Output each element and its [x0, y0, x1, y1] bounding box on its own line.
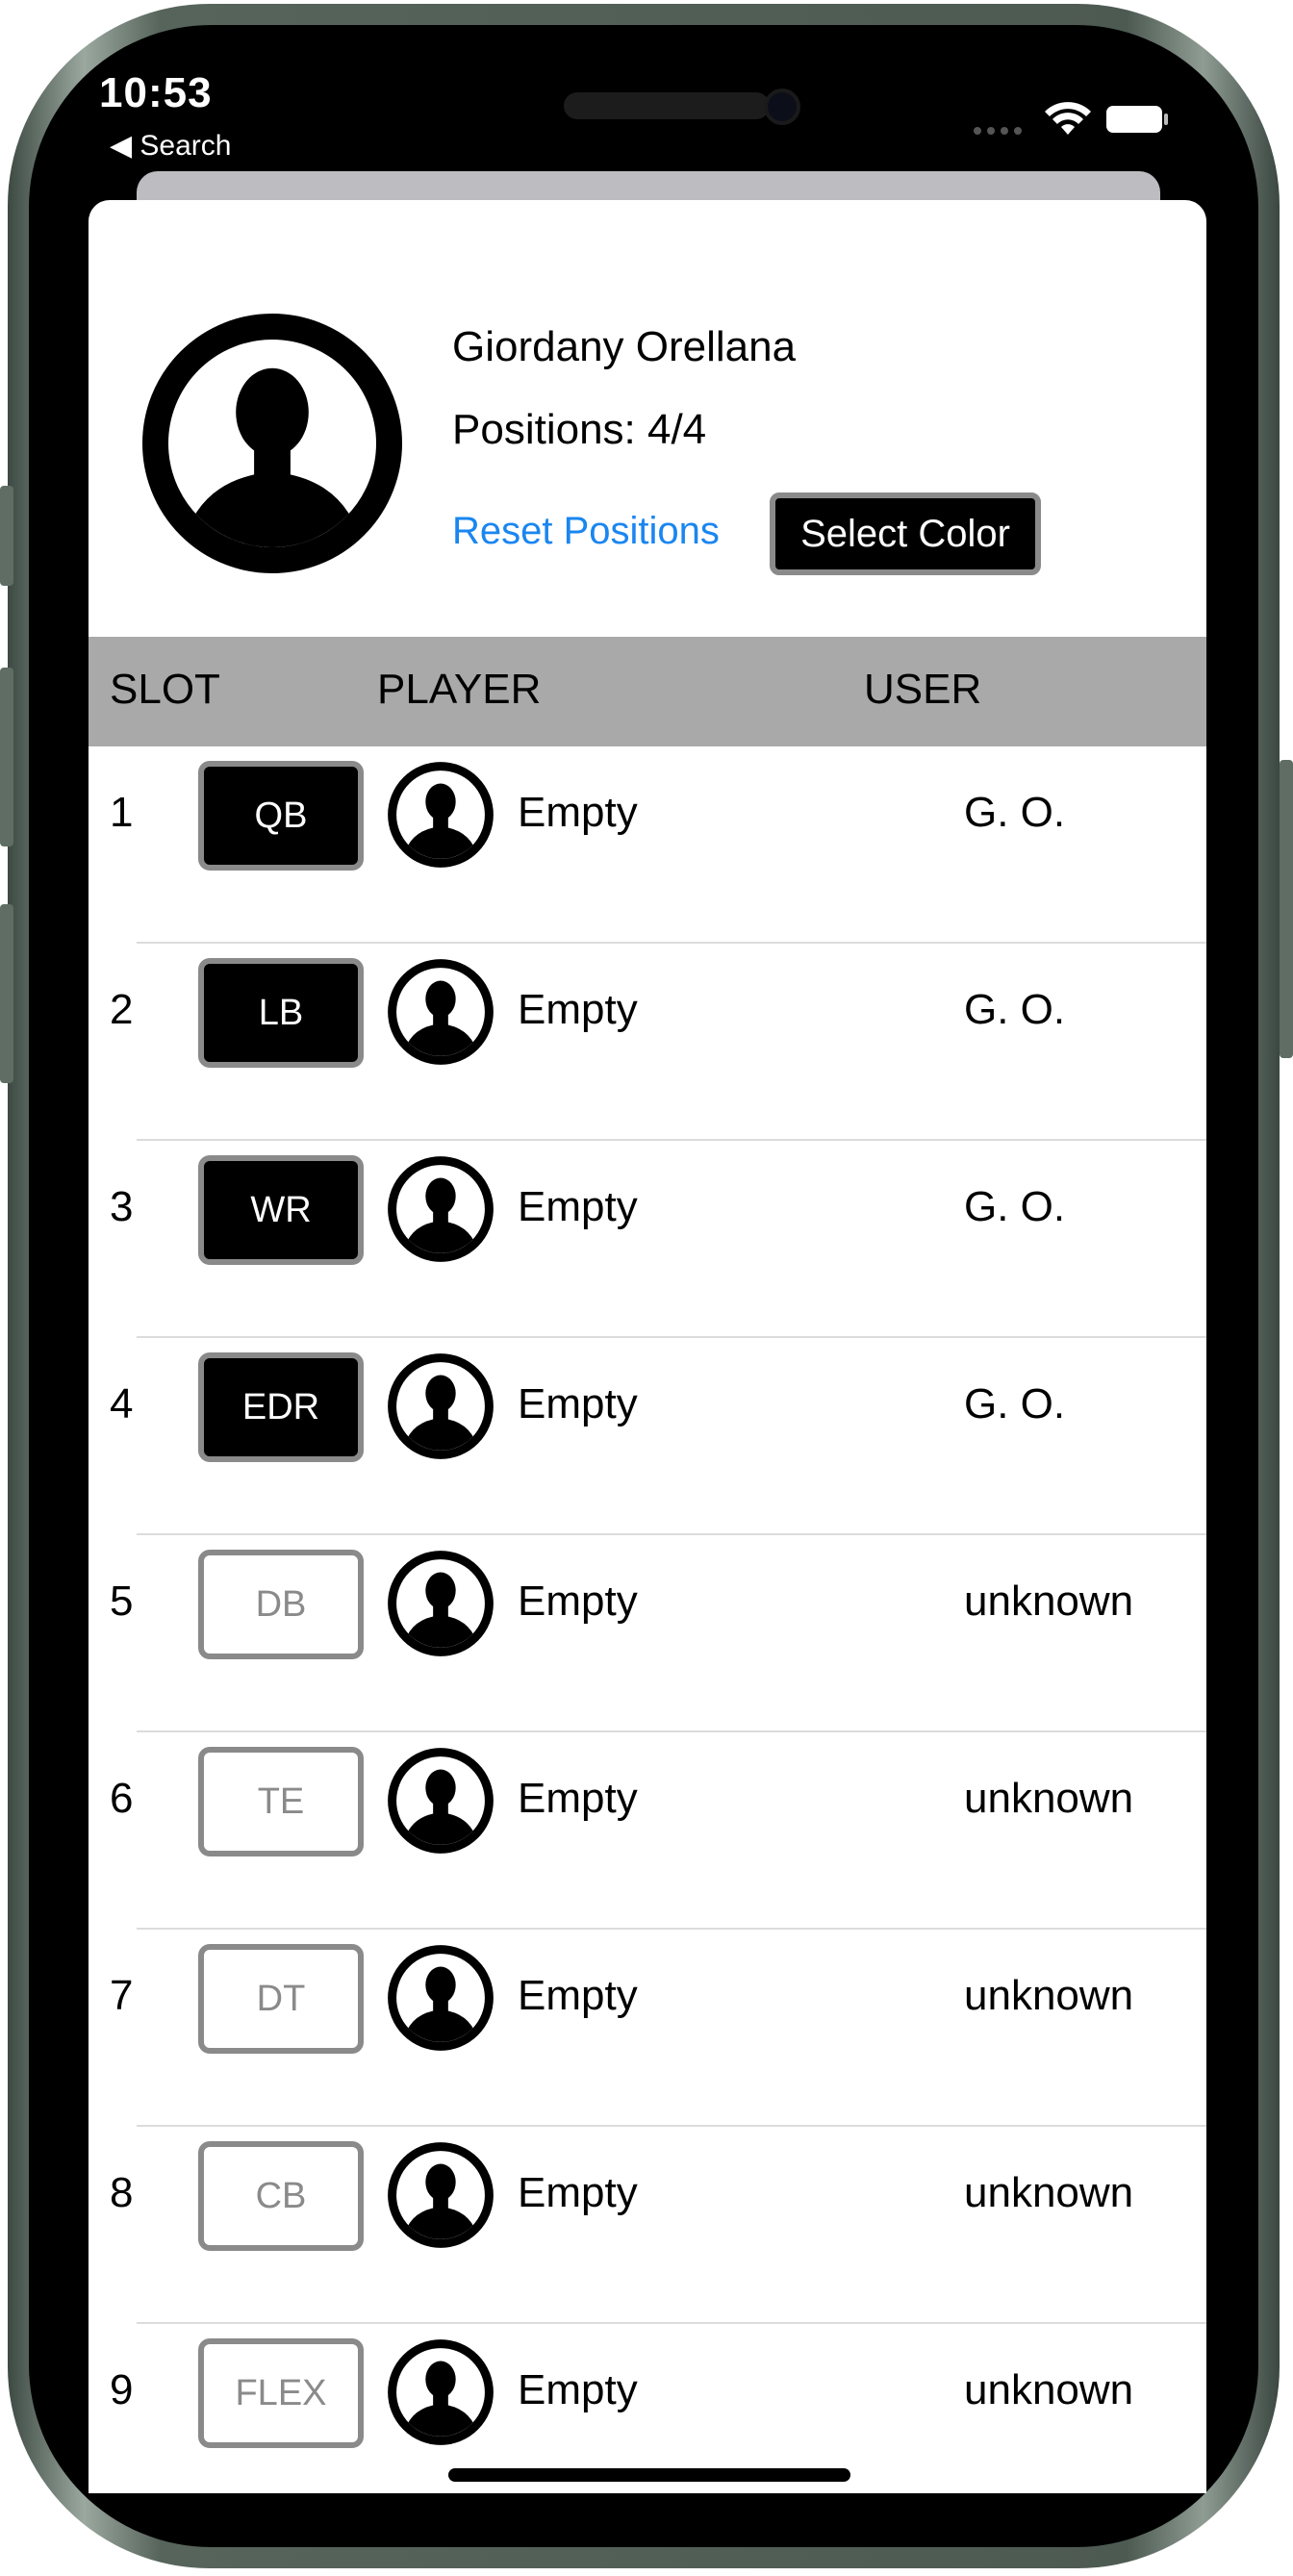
player-avatar-icon: [387, 1747, 494, 1855]
row-user: G. O.: [964, 1380, 1066, 1427]
player-avatar-icon: [387, 2141, 494, 2249]
position-button[interactable]: EDR: [198, 1352, 364, 1462]
slot-number: 9: [110, 2366, 134, 2413]
table-row[interactable]: 1 QB Empty G. O.: [89, 746, 1206, 944]
header-player: PLAYER: [377, 666, 542, 713]
slot-number: 8: [110, 2169, 134, 2216]
status-time: 10:53: [99, 69, 213, 116]
player-avatar-icon: [387, 958, 494, 1066]
table-row[interactable]: 3 WR Empty G. O.: [89, 1141, 1206, 1338]
header-user: USER: [864, 666, 982, 713]
table-row[interactable]: 5 DB Empty unknown: [89, 1535, 1206, 1732]
side-button-power: [1280, 760, 1293, 1058]
row-user: unknown: [964, 1775, 1134, 1822]
position-button[interactable]: WR: [198, 1155, 364, 1265]
player-name: Empty: [518, 2366, 638, 2413]
wifi-icon: [1045, 102, 1091, 135]
position-button[interactable]: TE: [198, 1747, 364, 1856]
slot-number: 1: [110, 789, 134, 836]
position-button[interactable]: CB: [198, 2141, 364, 2251]
signal-icon: [974, 127, 1022, 135]
player-avatar-icon: [387, 1155, 494, 1263]
side-button-volume-down: [0, 904, 13, 1083]
position-button[interactable]: DB: [198, 1550, 364, 1659]
player-name: Empty: [518, 1775, 638, 1822]
table-header: SLOT PLAYER USER: [89, 637, 1206, 746]
row-user: G. O.: [964, 986, 1066, 1033]
row-user: unknown: [964, 1972, 1134, 2019]
player-name: Empty: [518, 1578, 638, 1625]
position-button[interactable]: FLEX: [198, 2338, 364, 2448]
table-row[interactable]: 7 DT Empty unknown: [89, 1930, 1206, 2127]
side-button-volume-up: [0, 668, 13, 846]
row-user: unknown: [964, 2366, 1134, 2413]
home-indicator[interactable]: [448, 2468, 850, 2482]
row-user: G. O.: [964, 789, 1066, 836]
player-avatar-icon: [387, 1352, 494, 1460]
slot-number: 4: [110, 1380, 134, 1427]
speaker-grille: [564, 92, 770, 119]
status-icons: [974, 102, 1168, 135]
table-row[interactable]: 4 EDR Empty G. O.: [89, 1338, 1206, 1535]
header-slot: SLOT: [110, 666, 220, 713]
player-avatar-icon: [387, 2338, 494, 2446]
player-name: Empty: [518, 1380, 638, 1427]
position-button[interactable]: DT: [198, 1944, 364, 2054]
table-row[interactable]: 2 LB Empty G. O.: [89, 944, 1206, 1141]
player-name: Empty: [518, 1183, 638, 1230]
profile-avatar-icon: [142, 314, 402, 573]
battery-icon: [1106, 106, 1168, 133]
slot-number: 6: [110, 1775, 134, 1822]
front-camera: [764, 88, 800, 125]
row-user: unknown: [964, 1578, 1134, 1625]
back-to-search-link[interactable]: ◀ Search: [110, 129, 231, 163]
player-name: Empty: [518, 789, 638, 836]
table-row[interactable]: 6 TE Empty unknown: [89, 1732, 1206, 1930]
slot-number: 5: [110, 1578, 134, 1625]
slot-number: 7: [110, 1972, 134, 2019]
player-name: Empty: [518, 986, 638, 1033]
position-button[interactable]: LB: [198, 958, 364, 1068]
row-user: G. O.: [964, 1183, 1066, 1230]
slot-number: 3: [110, 1183, 134, 1230]
reset-positions-button[interactable]: Reset Positions: [452, 510, 720, 553]
side-button-mute: [0, 486, 13, 586]
positions-count: Positions: 4/4: [452, 406, 707, 453]
select-color-button[interactable]: Select Color: [770, 492, 1041, 575]
player-avatar-icon: [387, 1550, 494, 1657]
row-user: unknown: [964, 2169, 1134, 2216]
user-name: Giordany Orellana: [452, 323, 797, 370]
roster-sheet: Giordany Orellana Positions: 4/4 Reset P…: [89, 200, 1206, 2493]
player-name: Empty: [518, 2169, 638, 2216]
player-name: Empty: [518, 1972, 638, 2019]
slot-number: 2: [110, 986, 134, 1033]
player-avatar-icon: [387, 761, 494, 869]
table-row[interactable]: 8 CB Empty unknown: [89, 2127, 1206, 2324]
player-avatar-icon: [387, 1944, 494, 2052]
position-button[interactable]: QB: [198, 761, 364, 871]
